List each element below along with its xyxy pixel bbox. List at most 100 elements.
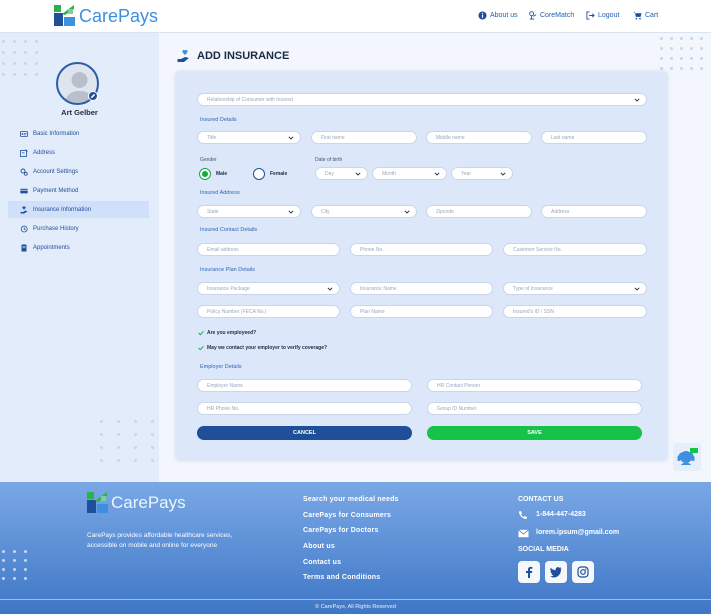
decorative-dots	[2, 40, 38, 76]
footer-logo-mark-icon[interactable]	[87, 492, 108, 513]
insured-id-input[interactable]: Insured's ID / SSN	[503, 305, 647, 318]
insurance-name-input[interactable]: Insurance Name	[350, 282, 493, 295]
title-select[interactable]: Title	[197, 131, 301, 144]
state-select[interactable]: State	[197, 205, 301, 218]
logo-mark-icon[interactable]	[54, 5, 75, 26]
gender-male-label: Male	[216, 171, 228, 177]
dob-year-select[interactable]: Year	[451, 167, 513, 180]
employer-name-input[interactable]: Employer Name	[197, 379, 412, 392]
footer-divider	[0, 599, 711, 600]
customer-service-input[interactable]: Customer Service No.	[503, 243, 647, 256]
gender-male-radio[interactable]	[199, 168, 211, 180]
chevron-down-icon	[404, 210, 410, 214]
insurance-package-select[interactable]: Insurance Package	[197, 282, 340, 295]
first-name-input[interactable]: First name	[311, 131, 417, 144]
last-name-placeholder: Last name	[551, 134, 575, 141]
edit-avatar-icon[interactable]	[88, 91, 98, 101]
package-placeholder: Insurance Package	[207, 285, 250, 292]
dob-month-select[interactable]: Month	[372, 167, 447, 180]
nav-about-us[interactable]: About us	[478, 11, 518, 20]
middle-name-input[interactable]: Middle name	[426, 131, 532, 144]
sidebar-item-account-settings[interactable]: Account Settings	[8, 163, 149, 180]
nav-logout-label: Logout	[598, 12, 620, 19]
footer-link-contact[interactable]: Contact us	[303, 559, 341, 566]
decorative-dots	[660, 37, 703, 70]
policy-number-input[interactable]: Policy Number (FECA No.)	[197, 305, 340, 318]
address-input[interactable]: Address	[541, 205, 647, 218]
insurance-type-select[interactable]: Type of Insurance	[503, 282, 647, 295]
insurance-name-placeholder: Insurance Name	[360, 285, 397, 292]
last-name-input[interactable]: Last name	[541, 131, 647, 144]
contact-employer-checkbox[interactable]	[198, 345, 204, 351]
chevron-down-icon	[634, 98, 640, 102]
nav-cart[interactable]: Cart	[633, 11, 658, 20]
section-insured-details: Insured Details	[200, 117, 237, 123]
employer-name-placeholder: Employer Name	[207, 382, 243, 389]
twitter-button[interactable]	[545, 561, 567, 583]
hr-contact-input[interactable]: HR Contact Person	[427, 379, 642, 392]
email-input[interactable]: Email address	[197, 243, 340, 256]
footer-description: CarePays provides affordable healthcare …	[87, 532, 233, 549]
city-select[interactable]: City	[311, 205, 417, 218]
sidebar-item-label: Account Settings	[33, 168, 79, 175]
instagram-icon	[577, 566, 589, 578]
decorative-dots	[100, 420, 154, 462]
policy-placeholder: Policy Number (FECA No.)	[207, 308, 267, 315]
hr-phone-input[interactable]: HR Phone No.	[197, 402, 412, 415]
nav-corematch[interactable]: CoreMatch	[528, 11, 574, 20]
chat-support-button[interactable]	[673, 443, 701, 471]
email-icon	[518, 529, 529, 538]
footer-link-search[interactable]: Search your medical needs	[303, 496, 399, 503]
appointment-icon	[21, 244, 27, 251]
sidebar-item-label: Basic Information	[33, 130, 80, 137]
footer-link-about[interactable]: About us	[303, 543, 335, 550]
gender-female-radio[interactable]	[253, 168, 265, 180]
insurance-heart-icon	[177, 49, 191, 63]
dob-day-select[interactable]: Day	[315, 167, 368, 180]
footer-logo-text[interactable]: CarePays	[111, 493, 186, 513]
sidebar-item-insurance-information[interactable]: Insurance Information	[8, 201, 149, 218]
nav-logout[interactable]: Logout	[586, 11, 619, 20]
sidebar-item-label: Insurance Information	[33, 206, 92, 213]
facebook-button[interactable]	[518, 561, 540, 583]
section-insured-address: Insured Address	[200, 190, 240, 196]
city-placeholder: City	[321, 208, 330, 215]
relationship-select[interactable]: Relationship of Consumer with Insured	[197, 93, 647, 106]
chevron-down-icon	[355, 172, 361, 176]
sidebar-item-address[interactable]: Address	[8, 144, 149, 161]
sidebar-item-basic-information[interactable]: Basic Information	[8, 125, 149, 142]
sidebar-item-label: Address	[33, 149, 56, 156]
logo-text[interactable]: CarePays	[79, 6, 158, 27]
save-button[interactable]: SAVE	[427, 426, 642, 440]
month-placeholder: Month	[382, 170, 396, 177]
footer-link-doctors[interactable]: CarePays for Doctors	[303, 527, 379, 534]
instagram-button[interactable]	[572, 561, 594, 583]
cart-icon	[633, 11, 642, 20]
title-placeholder: Title	[207, 134, 217, 141]
sidebar-item-purchase-history[interactable]: Purchase History	[8, 220, 149, 237]
phone-icon	[519, 511, 527, 519]
gender-female-label: Female	[270, 171, 288, 177]
cancel-button[interactable]: CANCEL	[197, 426, 412, 440]
contact-employer-question: May we contact your employer to verify c…	[207, 345, 328, 351]
zipcode-input[interactable]: Zipcode	[426, 205, 532, 218]
contact-email[interactable]: lorem.ipsum@gmail.com	[536, 529, 619, 536]
phone-input[interactable]: Phone No.	[350, 243, 493, 256]
twitter-icon	[550, 567, 562, 578]
sidebar-item-payment-method[interactable]: Payment Method	[8, 182, 149, 199]
plan-name-input[interactable]: Plan Name	[350, 305, 493, 318]
nav-about-us-label: About us	[490, 12, 518, 19]
section-contact-details: Insured Contact Details	[200, 227, 258, 233]
top-header: CarePays About us CoreMatch Logout Cart	[0, 0, 711, 33]
contact-phone[interactable]: 1-844-447-4283	[536, 511, 586, 518]
employed-question: Are you employeed?	[207, 330, 257, 336]
group-id-input[interactable]: Group ID Number	[427, 402, 642, 415]
hr-phone-placeholder: HR Phone No.	[207, 405, 240, 412]
footer-link-consumers[interactable]: CarePays for Consumers	[303, 512, 391, 519]
sidebar-item-appointments[interactable]: Appointments	[8, 239, 149, 256]
history-icon	[20, 225, 28, 232]
plan-name-placeholder: Plan Name	[360, 308, 385, 315]
footer-link-terms[interactable]: Terms and Conditions	[303, 574, 380, 581]
employed-checkbox[interactable]	[198, 330, 204, 336]
contact-title: CONTACT US	[518, 496, 564, 503]
